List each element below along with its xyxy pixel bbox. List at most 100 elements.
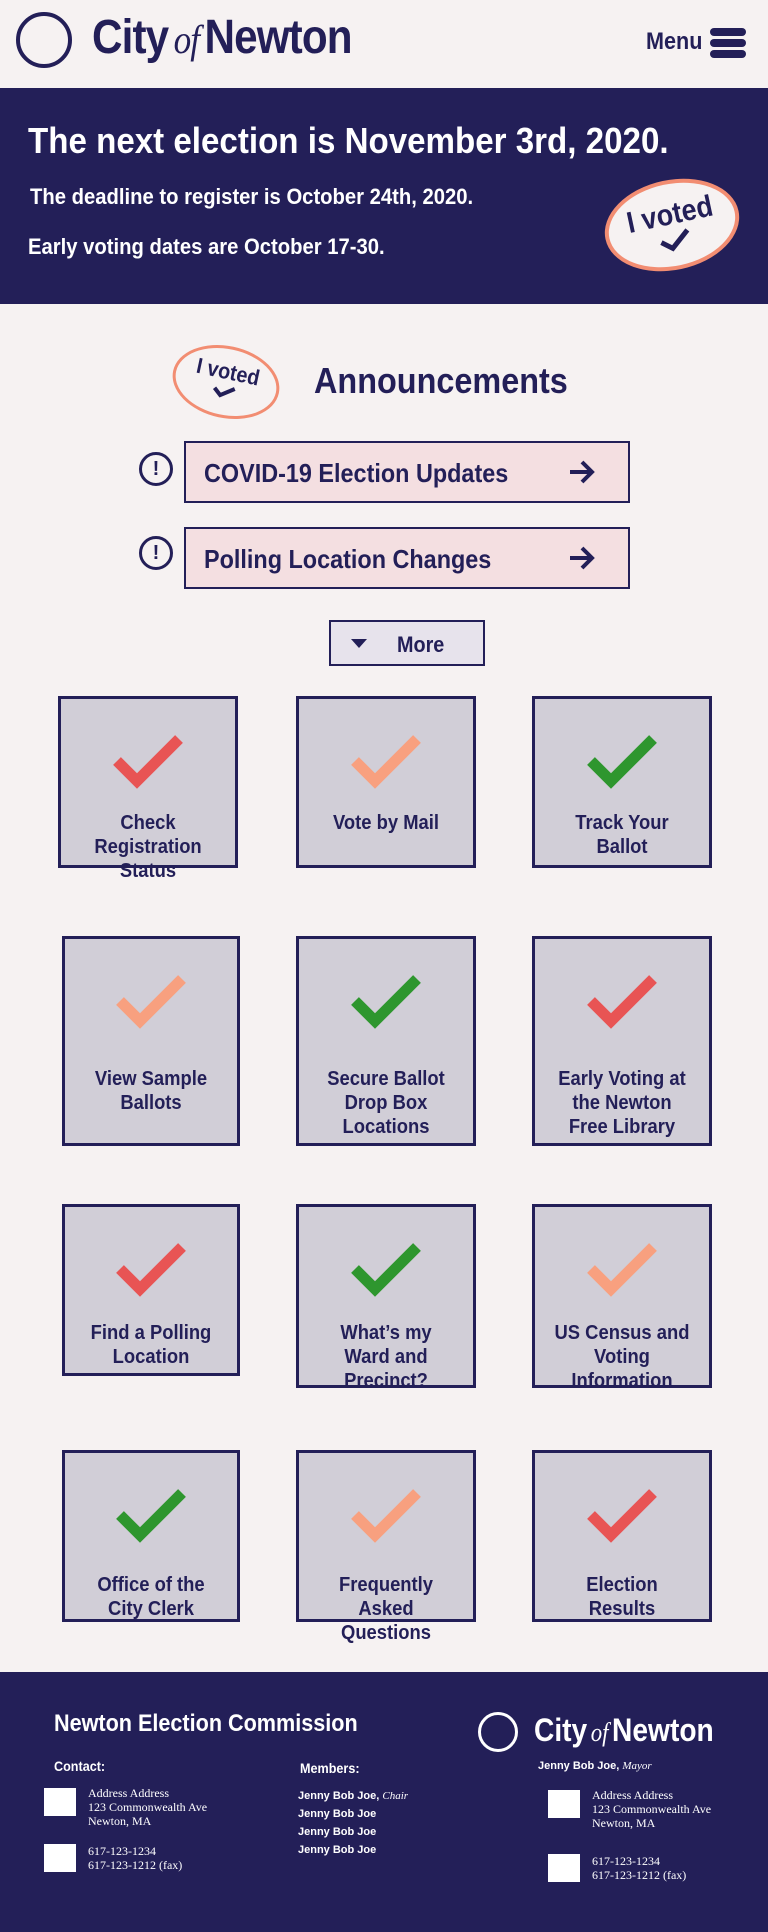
city-logo-circle-icon[interactable] [478, 1712, 518, 1752]
contact-label: Contact: [54, 1758, 106, 1774]
tile-us-census-and-voting-information[interactable]: US Census and Voting Information [532, 1204, 712, 1392]
city-logo-circle-icon[interactable] [16, 12, 72, 68]
checkmark-icon [351, 1489, 421, 1543]
caret-down-icon [351, 639, 367, 648]
announcement-label: COVID-19 Election Updates [204, 458, 509, 488]
member-item: Jenny Bob Joe [298, 1826, 376, 1838]
tile-label: Find a Polling Location [90, 1322, 212, 1368]
address-line: 123 Commonwealth Ave [88, 1800, 208, 1814]
banner-early-voting: Early voting dates are October 17-30. [28, 234, 385, 259]
tile-label: Office of the City Clerk [97, 1574, 205, 1620]
site-footer: Newton Election Commission Contact: Addr… [0, 1672, 768, 1932]
exclamation-icon: ! [139, 536, 173, 570]
phone-link[interactable]: 617-123-1234 [88, 1844, 182, 1858]
tile-find-a-polling-location[interactable]: Find a Polling Location [62, 1204, 240, 1376]
member-item: Jenny Bob Joe [298, 1844, 376, 1856]
banner-deadline: The deadline to register is October 24th… [30, 184, 474, 209]
checkmark-icon [587, 1243, 657, 1297]
contact-phones: 617-123-1234 617-123-1212 (fax) [88, 1844, 182, 1872]
logo-city: City [534, 1712, 588, 1748]
checkmark-icon [587, 975, 657, 1029]
address-line: Newton, MA [88, 1814, 152, 1828]
member-name: Jenny Bob Joe, [298, 1790, 380, 1802]
tile-label: Check Registration Status [94, 812, 202, 882]
more-button[interactable]: More [329, 620, 485, 666]
tile-view-sample-ballots[interactable]: View Sample Ballots [62, 936, 240, 1146]
fax-number: 617-123-1212 (fax) [592, 1868, 687, 1882]
checkmark-icon [587, 735, 657, 789]
logo-of: of [173, 17, 201, 62]
location-icon [548, 1790, 580, 1818]
election-banner: The next election is November 3rd, 2020.… [0, 88, 768, 304]
tile-early-voting-at-the-newton-free-library[interactable]: Early Voting at the Newton Free Library [532, 936, 712, 1146]
logo-city: City [92, 11, 169, 64]
checkmark-icon [351, 975, 421, 1029]
address-line: Newton, MA [592, 1816, 656, 1830]
tile-check-registration-status[interactable]: Check Registration Status [58, 696, 238, 882]
address-line: 123 Commonwealth Ave [592, 1802, 712, 1816]
checkmark-icon [351, 735, 421, 789]
member-name: Jenny Bob Joe [298, 1808, 377, 1820]
tile-label: Early Voting at the Newton Free Library [558, 1068, 686, 1138]
tile-track-your-ballot[interactable]: Track Your Ballot [532, 696, 712, 868]
checkmark-icon [351, 1243, 421, 1297]
tile-label: View Sample Ballots [94, 1068, 208, 1114]
checkmark-icon [587, 1489, 657, 1543]
checkmark-icon [116, 1489, 186, 1543]
member-name: Jenny Bob Joe [298, 1826, 377, 1838]
address-line: Address Address [592, 1788, 673, 1802]
contact-address: Address Address 123 Commonwealth Ave New… [88, 1786, 207, 1828]
tile-label: Election Results [586, 1574, 658, 1620]
checkmark-icon [116, 975, 186, 1029]
banner-headline: The next election is November 3rd, 2020. [28, 120, 669, 161]
phone-icon [44, 1844, 76, 1872]
tile-election-results[interactable]: Election Results [532, 1450, 712, 1622]
tile-what-s-my-ward-and-precinct[interactable]: What’s my Ward and Precinct? [296, 1204, 476, 1392]
phone-link[interactable]: 617-123-1234 [592, 1854, 686, 1868]
member-name: Jenny Bob Joe [298, 1844, 377, 1856]
more-label: More [397, 632, 445, 657]
announcement-polling-changes[interactable]: Polling Location Changes [184, 527, 630, 589]
member-item: Jenny Bob Joe, Chair [298, 1790, 408, 1802]
tile-vote-by-mail[interactable]: Vote by Mail [296, 696, 476, 868]
footer-title: Newton Election Commission [54, 1710, 358, 1737]
arrow-right-icon [570, 460, 595, 484]
phone-icon [548, 1854, 580, 1882]
i-voted-sticker-small: I voted [165, 335, 287, 429]
checkmark-icon [116, 1243, 186, 1297]
checkmark-icon [113, 735, 183, 789]
menu-label[interactable]: Menu [646, 28, 702, 56]
tile-secure-ballot-drop-box-locations[interactable]: Secure Ballot Drop Box Locations [296, 936, 476, 1146]
tile-label: US Census and Voting Information [554, 1322, 690, 1392]
announcements-title: Announcements [314, 360, 568, 401]
arrow-right-icon [570, 546, 595, 570]
mayor-role: Mayor [622, 1760, 652, 1772]
location-icon [44, 1788, 76, 1816]
tile-office-of-the-city-clerk[interactable]: Office of the City Clerk [62, 1450, 240, 1622]
announcement-covid-updates[interactable]: COVID-19 Election Updates [184, 441, 630, 503]
logo-newton: Newton [204, 11, 352, 64]
member-role: Chair [382, 1790, 409, 1802]
tile-label: Secure Ballot Drop Box Locations [327, 1068, 445, 1138]
site-logo[interactable]: City of Newton [92, 10, 353, 65]
fax-number: 617-123-1212 (fax) [88, 1858, 183, 1872]
tile-label: Track Your Ballot [575, 812, 669, 858]
mayor-name: Jenny Bob Joe, [538, 1760, 620, 1772]
logo-newton: Newton [612, 1712, 714, 1748]
logo-of: of [590, 1718, 609, 1747]
footer-logo[interactable]: City of Newton [534, 1712, 714, 1749]
tile-label: Vote by Mail [332, 812, 440, 834]
right-phones: 617-123-1234 617-123-1212 (fax) [592, 1854, 686, 1882]
i-voted-sticker: I voted [596, 166, 748, 284]
members-label: Members: [300, 1760, 360, 1776]
mayor-line: Jenny Bob Joe, Mayor [538, 1760, 652, 1772]
hamburger-menu-icon[interactable] [710, 28, 746, 58]
announcement-label: Polling Location Changes [204, 544, 492, 574]
right-address: Address Address 123 Commonwealth Ave New… [592, 1788, 711, 1830]
site-header: City of Newton Menu [0, 0, 768, 88]
tile-frequently-asked-questions[interactable]: Frequently Asked Questions [296, 1450, 476, 1644]
exclamation-icon: ! [139, 452, 173, 486]
tile-label: What’s my Ward and Precinct? [340, 1322, 432, 1392]
member-item: Jenny Bob Joe [298, 1808, 376, 1820]
address-line: Address Address [88, 1786, 169, 1800]
